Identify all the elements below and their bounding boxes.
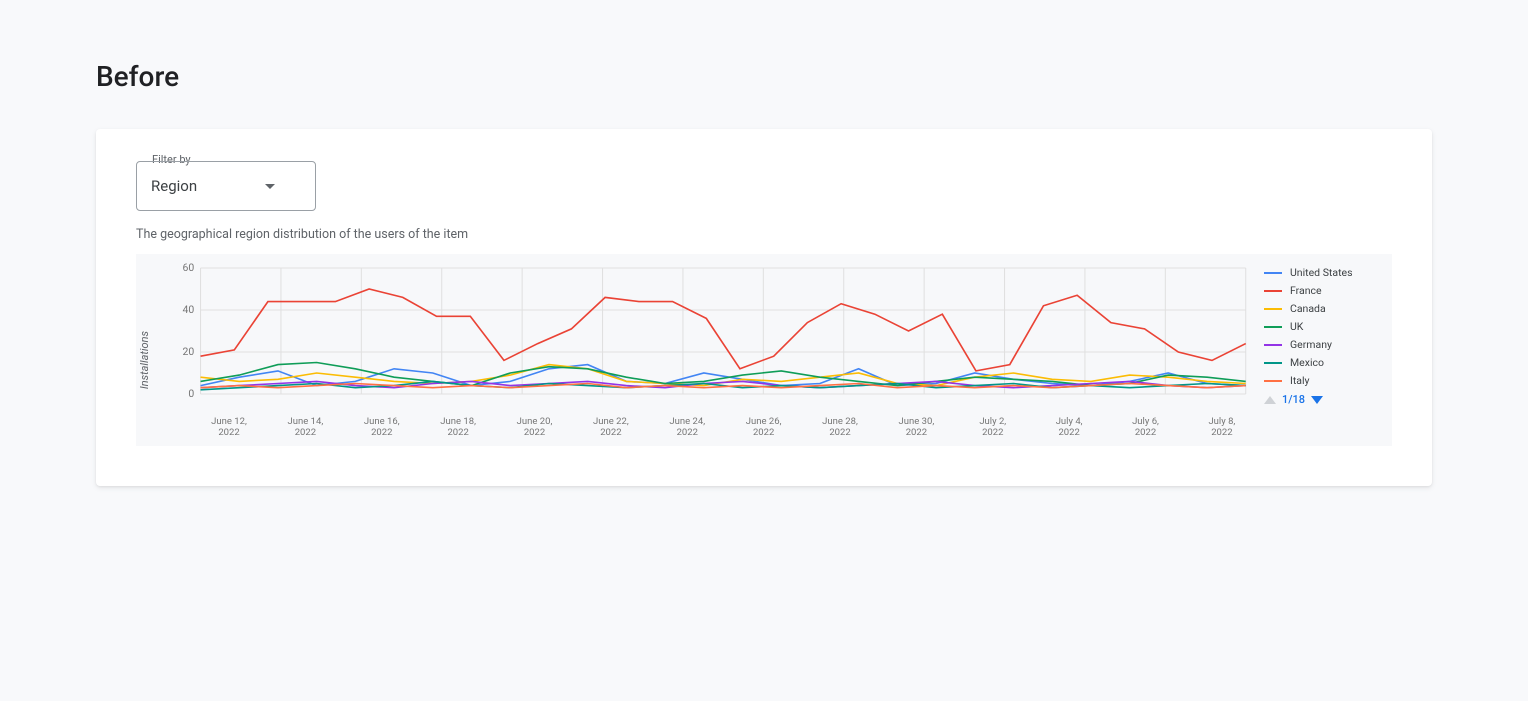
x-tick-label: July 6,2022: [1116, 416, 1176, 438]
legend-label: Mexico: [1290, 356, 1324, 369]
x-tick-label: June 18,2022: [428, 416, 488, 438]
legend-swatch: [1264, 380, 1282, 382]
x-tick-label: July 8,2022: [1192, 416, 1252, 438]
chart-subtitle: The geographical region distribution of …: [136, 227, 1392, 242]
legend-item[interactable]: Italy: [1264, 374, 1384, 387]
x-tick-label: June 26,2022: [734, 416, 794, 438]
legend-swatch: [1264, 308, 1282, 310]
svg-text:60: 60: [183, 263, 195, 274]
filter-by-select[interactable]: Filter by Region: [136, 161, 316, 211]
legend-label: France: [1290, 284, 1322, 297]
x-tick-label: June 12,2022: [199, 416, 259, 438]
legend-label: UK: [1290, 320, 1303, 333]
x-tick-label: June 22,2022: [581, 416, 641, 438]
x-tick-label: June 20,2022: [505, 416, 565, 438]
chart-card: Filter by Region The geographical region…: [96, 129, 1432, 486]
legend-swatch: [1264, 344, 1282, 346]
page-title: Before: [96, 60, 1432, 93]
legend-label: Canada: [1290, 302, 1326, 315]
pager-down-icon[interactable]: [1311, 396, 1323, 404]
legend-item[interactable]: United States: [1264, 266, 1384, 279]
x-tick-label: June 16,2022: [352, 416, 412, 438]
chart-container: Installations 0204060 June 12,2022June 1…: [136, 254, 1392, 446]
x-tick-label: June 28,2022: [810, 416, 870, 438]
chart-legend: United States France Canada UK Germany Mexico…: [1264, 262, 1384, 406]
legend-item[interactable]: UK: [1264, 320, 1384, 333]
x-tick-label: July 4,2022: [1039, 416, 1099, 438]
legend-item[interactable]: Canada: [1264, 302, 1384, 315]
legend-label: Italy: [1290, 374, 1310, 387]
legend-swatch: [1264, 326, 1282, 328]
legend-label: Germany: [1290, 338, 1332, 351]
line-chart: 0 20 40 60: [165, 262, 1252, 412]
legend-item[interactable]: Germany: [1264, 338, 1384, 351]
x-tick-label: July 2,2022: [963, 416, 1023, 438]
pager-up-icon[interactable]: [1264, 396, 1276, 404]
legend-swatch: [1264, 362, 1282, 364]
legend-label: United States: [1290, 266, 1353, 279]
svg-text:0: 0: [188, 389, 194, 400]
x-tick-label: June 24,2022: [657, 416, 717, 438]
legend-swatch: [1264, 272, 1282, 274]
legend-item[interactable]: Mexico: [1264, 356, 1384, 369]
x-tick-label: June 30,2022: [886, 416, 946, 438]
legend-swatch: [1264, 290, 1282, 292]
x-axis-ticks: June 12,2022 June 14,2022 June 16,2022 June…: [165, 412, 1252, 438]
pager-label: 1/18: [1282, 393, 1305, 406]
legend-item[interactable]: France: [1264, 284, 1384, 297]
svg-text:40: 40: [183, 305, 195, 316]
svg-text:20: 20: [183, 347, 195, 358]
chevron-down-icon: [265, 184, 275, 189]
legend-pager: 1/18: [1264, 393, 1384, 406]
y-axis-label: Installations: [136, 311, 153, 389]
x-tick-label: June 14,2022: [275, 416, 335, 438]
filter-value: Region: [151, 177, 197, 195]
